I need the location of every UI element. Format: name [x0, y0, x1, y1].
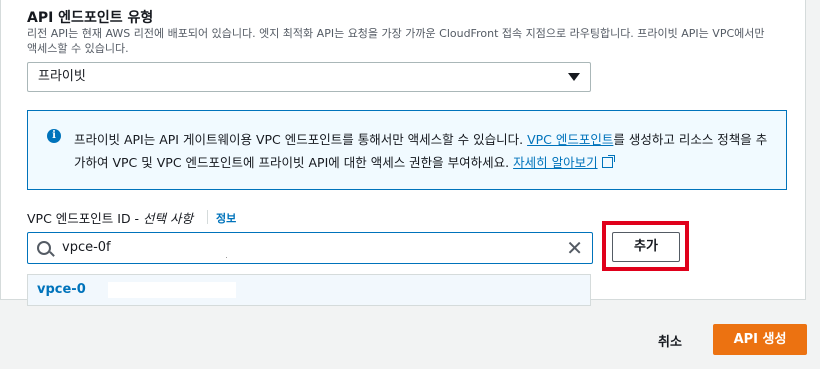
optional-label: 선택 사항	[143, 211, 194, 226]
endpoint-type-label: API 엔드포인트 유형	[27, 10, 154, 26]
external-link-icon	[601, 155, 615, 168]
info-icon: i	[47, 129, 61, 143]
vpc-endpoint-label-text: VPC 엔드포인트 ID -	[27, 211, 144, 226]
endpoint-type-description-line1: 리전 API는 현재 AWS 리전에 배포되어 있습니다. 엣지 최적화 API…	[27, 27, 765, 40]
info-alert-text: 프라이빗 API는 API 게이트웨이용 VPC 엔드포인트를 통해서만 액세스…	[74, 128, 774, 174]
suggestion-option[interactable]: vpce-0	[37, 282, 86, 297]
create-api-button[interactable]: API 생성	[713, 324, 807, 355]
info-text-part1: 프라이빗 API는 API 게이트웨이용 VPC 엔드포인트를 통해서만 액세스…	[74, 132, 528, 147]
vpc-endpoint-label: VPC 엔드포인트 ID - 선택 사항	[27, 208, 193, 227]
redacted-region	[108, 282, 236, 298]
cancel-button[interactable]: 취소	[658, 331, 682, 350]
endpoint-type-description: 리전 API는 현재 AWS 리전에 배포되어 있습니다. 엣지 최적화 API…	[27, 26, 797, 56]
caret-down-icon	[568, 73, 580, 81]
info-link[interactable]: 정보	[216, 210, 236, 226]
clear-icon[interactable]: ✕	[566, 236, 583, 260]
search-value: vpce-0f	[62, 240, 111, 255]
label-divider	[207, 210, 208, 224]
endpoint-type-select[interactable]: 프라이빗	[27, 62, 591, 92]
learn-more-link[interactable]: 자세히 알아보기	[513, 155, 597, 170]
vpc-endpoint-search-input[interactable]: vpce-0f ✕	[27, 232, 593, 264]
info-alert: i 프라이빗 API는 API 게이트웨이용 VPC 엔드포인트를 통해서만 액…	[27, 110, 787, 190]
vpc-endpoint-link[interactable]: VPC 엔드포인트	[527, 132, 613, 147]
endpoint-type-selected: 프라이빗	[38, 69, 86, 84]
add-button[interactable]: 추가	[612, 232, 680, 262]
search-icon	[37, 241, 51, 255]
learn-more-label: 자세히 알아보기	[513, 155, 598, 170]
vpc-endpoint-suggestions: vpce-0	[27, 274, 591, 306]
endpoint-type-description-line2: 액세스할 수 있습니다.	[27, 42, 129, 55]
cursor-dot	[226, 257, 227, 258]
